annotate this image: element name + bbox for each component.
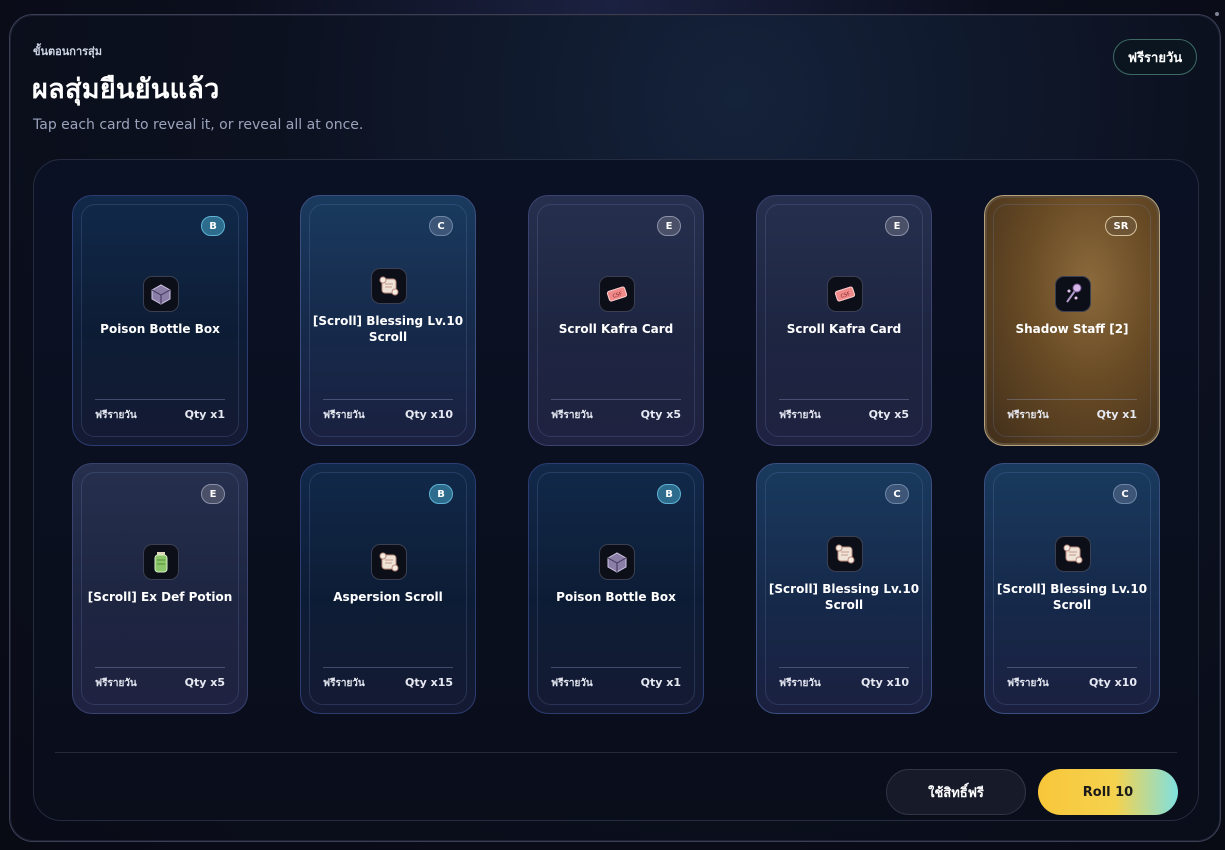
item-name: [Scroll] Blessing Lv.10 Scroll [995, 581, 1149, 613]
item-name-line1: [Scroll] Blessing Lv.10 [312, 314, 464, 328]
potion-icon [143, 544, 179, 580]
item-source: ฟรีรายวัน [1007, 410, 1049, 421]
page-title: ผลสุ่มยืนยันแล้ว [32, 74, 220, 105]
item-name: Poison Bottle Box [83, 321, 237, 337]
rarity-badge: E [657, 216, 681, 236]
item-name: Scroll Kafra Card [539, 321, 693, 337]
reward-card[interactable]: B Aspersion Scroll ฟรีรายวัน Qty x15 [300, 463, 476, 714]
item-source: ฟรีรายวัน [323, 410, 365, 421]
item-source: ฟรีรายวัน [551, 678, 593, 689]
item-name: [Scroll] Ex Def Potion [83, 589, 237, 605]
card-divider [779, 399, 909, 400]
item-name: [Scroll] Blessing Lv.10 Scroll [767, 581, 921, 613]
rarity-badge: C [885, 484, 909, 504]
item-quantity: Qty x15 [404, 676, 453, 689]
daily-free-mode-pill[interactable]: ฟรีรายวัน [1113, 39, 1197, 75]
item-source: ฟรีรายวัน [323, 678, 365, 689]
item-name: Poison Bottle Box [539, 589, 693, 605]
item-quantity: Qty x10 [404, 408, 453, 421]
ticket-icon: CSF [827, 276, 863, 312]
card-divider [1007, 667, 1137, 668]
rarity-badge: B [429, 484, 453, 504]
item-name: Aspersion Scroll [311, 589, 465, 605]
staff-icon [1055, 276, 1091, 312]
item-source: ฟรีรายวัน [95, 410, 137, 421]
page-subtitle: Tap each card to reveal it, or reveal al… [33, 117, 364, 133]
item-name-line1: Scroll Kafra Card [558, 322, 674, 336]
item-name: [Scroll] Blessing Lv.10 Scroll [311, 313, 465, 345]
item-name-line2: Scroll [368, 330, 408, 344]
gacha-result-panel: ขั้นตอนการสุ่ม ผลสุ่มยืนยันแล้ว Tap each… [9, 14, 1221, 842]
card-divider [95, 399, 225, 400]
card-divider [779, 667, 909, 668]
scroll-icon [827, 536, 863, 572]
reward-card[interactable]: E [Scroll] Ex Def Potion ฟรีรายวัน Qty x5 [72, 463, 248, 714]
reward-card[interactable]: C [Scroll] Blessing Lv.10 Scroll ฟรีรายวัน Q… [984, 463, 1160, 714]
item-source: ฟรีรายวัน [779, 678, 821, 689]
item-quantity: Qty x1 [1096, 408, 1137, 421]
item-quantity: Qty x5 [868, 408, 909, 421]
divider [55, 752, 1177, 753]
item-name-line1: Poison Bottle Box [100, 322, 220, 336]
item-quantity: Qty x10 [860, 676, 909, 689]
card-grid-container: B Poison Bottle Box ฟรีรายวัน Qty x1 C [Scrol… [33, 159, 1199, 821]
card-divider [551, 667, 681, 668]
scroll-icon [371, 544, 407, 580]
item-name-line1: [Scroll] Ex Def Potion [87, 590, 233, 604]
rarity-badge: C [429, 216, 453, 236]
item-name-line1: [Scroll] Blessing Lv.10 [996, 582, 1148, 596]
reward-card[interactable]: B Poison Bottle Box ฟรีรายวัน Qty x1 [528, 463, 704, 714]
item-source: ฟรีรายวัน [779, 410, 821, 421]
rarity-badge: E [885, 216, 909, 236]
rarity-badge: B [657, 484, 681, 504]
reward-card[interactable]: E CSF Scroll Kafra Card ฟรีรายวัน Qty x5 [756, 195, 932, 446]
use-free-right-button[interactable]: ใช้สิทธิ์ฟรี [886, 769, 1026, 815]
item-name-line1: Scroll Kafra Card [786, 322, 902, 336]
item-name: Shadow Staff [2] [995, 321, 1149, 337]
scroll-icon [1055, 536, 1091, 572]
item-name-line2: Scroll [824, 598, 864, 612]
card-divider [1007, 399, 1137, 400]
ticket-icon: CSF [599, 276, 635, 312]
rarity-badge: B [201, 216, 225, 236]
step-label: ขั้นตอนการสุ่ม [33, 45, 103, 58]
card-divider [323, 399, 453, 400]
item-quantity: Qty x1 [184, 408, 225, 421]
reward-card[interactable]: C [Scroll] Blessing Lv.10 Scroll ฟรีรายวัน Q… [300, 195, 476, 446]
reward-card[interactable]: SR Shadow Staff [2] ฟรีรายวัน Qty x1 [984, 195, 1160, 446]
card-divider [323, 667, 453, 668]
background-star [1215, 12, 1219, 16]
reward-card[interactable]: C [Scroll] Blessing Lv.10 Scroll ฟรีรายวัน Q… [756, 463, 932, 714]
card-divider [551, 399, 681, 400]
box-icon [143, 276, 179, 312]
rarity-badge: C [1113, 484, 1137, 504]
rarity-badge: SR [1105, 216, 1137, 236]
item-name: Scroll Kafra Card [767, 321, 921, 337]
rarity-badge: E [201, 484, 225, 504]
card-divider [95, 667, 225, 668]
item-quantity: Qty x5 [640, 408, 681, 421]
item-quantity: Qty x5 [184, 676, 225, 689]
reward-card[interactable]: E CSF Scroll Kafra Card ฟรีรายวัน Qty x5 [528, 195, 704, 446]
roll-10-button[interactable]: Roll 10 [1038, 769, 1178, 815]
item-name-line1: Poison Bottle Box [556, 590, 676, 604]
item-source: ฟรีรายวัน [95, 678, 137, 689]
reward-card[interactable]: B Poison Bottle Box ฟรีรายวัน Qty x1 [72, 195, 248, 446]
item-name-line2: Scroll [1052, 598, 1092, 612]
scroll-icon [371, 268, 407, 304]
item-name-line1: Shadow Staff [2] [1015, 322, 1129, 336]
item-source: ฟรีรายวัน [1007, 678, 1049, 689]
item-source: ฟรีรายวัน [551, 410, 593, 421]
item-quantity: Qty x10 [1088, 676, 1137, 689]
item-name-line1: Aspersion Scroll [333, 590, 443, 604]
item-quantity: Qty x1 [640, 676, 681, 689]
box-icon [599, 544, 635, 580]
item-name-line1: [Scroll] Blessing Lv.10 [768, 582, 920, 596]
